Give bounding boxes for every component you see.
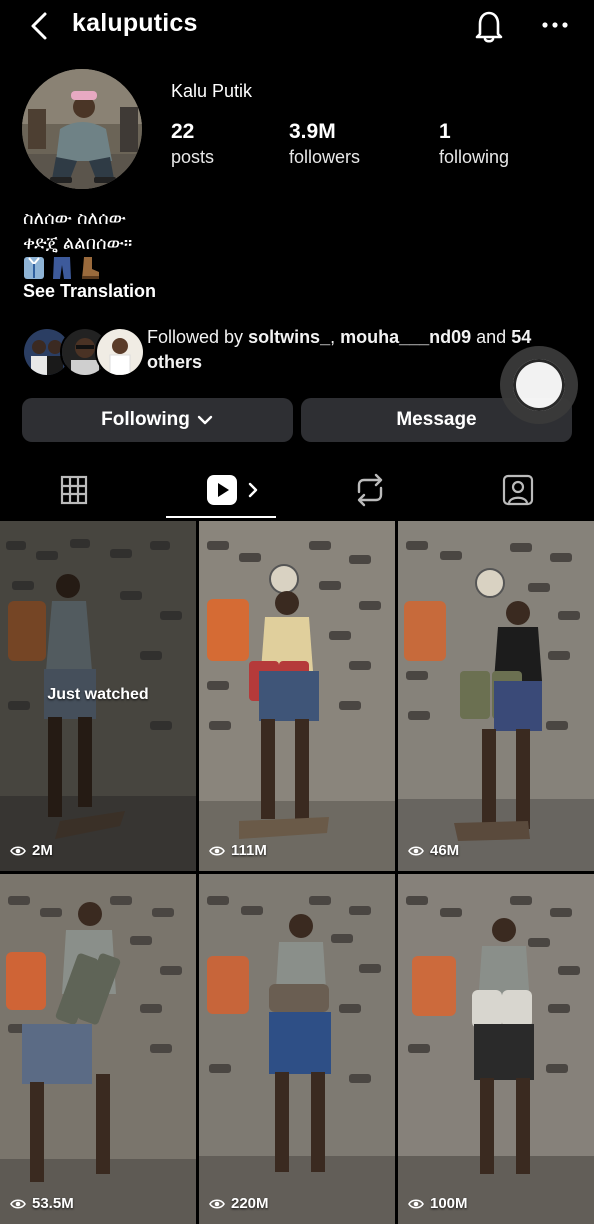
bio-emojis (23, 256, 101, 280)
reel-views: 46M (408, 842, 459, 859)
top-bar: kaluputics (0, 0, 594, 56)
followers-count: 3.9M (289, 120, 336, 143)
posts-label: posts (171, 147, 215, 167)
following-stat[interactable]: 1 following (439, 119, 509, 169)
profile-avatar[interactable] (22, 69, 142, 189)
followers-label: followers (289, 147, 361, 167)
reel-image (199, 521, 395, 871)
bio-line: ስለሰው ስለሰው (23, 208, 126, 228)
message-button-label: Message (396, 409, 477, 430)
reel-image (398, 874, 594, 1224)
grid-icon[interactable] (56, 462, 92, 518)
eye-icon (408, 845, 424, 856)
followers-stat[interactable]: 3.9M followers (289, 119, 360, 169)
reel-image (199, 874, 395, 1224)
mutual-follower-2[interactable]: mouha___nd09 (340, 327, 471, 347)
reel-thumbnail[interactable]: 53.5M (0, 874, 196, 1224)
reels-grid: Just watched 2M 111M 46M 53.5M 220M 100M (0, 521, 594, 1224)
see-translation-link[interactable]: See Translation (23, 281, 156, 302)
repost-icon[interactable] (352, 462, 388, 518)
reel-view-count: 100M (430, 1195, 468, 1212)
jeans-emoji-icon (53, 257, 71, 279)
chevron-down-icon (197, 415, 213, 425)
reel-thumbnail[interactable]: 111M (199, 521, 395, 871)
reel-image (398, 521, 594, 871)
shirt-emoji-icon (24, 257, 44, 279)
reels-icon[interactable] (204, 462, 264, 518)
reel-thumbnail[interactable]: 46M (398, 521, 594, 871)
reel-views: 111M (209, 842, 267, 859)
posts-stat[interactable]: 22 posts (171, 119, 214, 169)
bio-line: ቀድጄ ልልበሰው። (23, 233, 133, 253)
reel-thumbnail[interactable]: 100M (398, 874, 594, 1224)
assistive-touch-button[interactable] (500, 346, 578, 424)
reel-thumbnail[interactable]: Just watched 2M (0, 521, 196, 871)
reel-views: 220M (209, 1195, 269, 1212)
mutual-follower-1[interactable]: soltwins_ (248, 327, 330, 347)
reel-view-count: 111M (231, 842, 267, 859)
eye-icon (10, 845, 26, 856)
active-tab-indicator (166, 516, 276, 518)
reel-image (0, 874, 196, 1224)
profile-tabs (0, 462, 594, 518)
follower-avatar[interactable] (95, 327, 145, 377)
bio: ስለሰው ስለሰው ቀድጄ ልልበሰው። (23, 206, 132, 256)
following-button[interactable]: Following (22, 398, 293, 442)
followed-by-and: and (471, 327, 512, 347)
followed-by-separator: , (330, 327, 341, 347)
tagged-person-icon[interactable] (500, 462, 536, 518)
reel-views: 2M (10, 842, 53, 859)
reel-view-count: 46M (430, 842, 460, 859)
reel-views: 100M (408, 1195, 468, 1212)
reel-view-count: 53.5M (32, 1195, 74, 1212)
eye-icon (209, 845, 225, 856)
followed-by-prefix: Followed by (147, 327, 249, 347)
eye-icon (408, 1198, 424, 1209)
display-name: Kalu Putik (171, 81, 253, 101)
eye-icon (10, 1198, 26, 1209)
following-button-label: Following (101, 409, 190, 430)
reel-view-count: 220M (231, 1195, 269, 1212)
reel-views: 53.5M (10, 1195, 74, 1212)
following-count: 1 (439, 120, 451, 143)
boot-emoji-icon (82, 257, 99, 279)
reel-thumbnail[interactable]: 220M (199, 874, 395, 1224)
reel-view-count: 2M (32, 842, 53, 859)
posts-count: 22 (171, 120, 195, 143)
following-label: following (439, 147, 510, 167)
chevron-left-icon[interactable] (26, 10, 54, 42)
just-watched-label: Just watched (47, 686, 149, 703)
bell-icon[interactable] (472, 8, 506, 44)
eye-icon (209, 1198, 225, 1209)
more-horizontal-icon[interactable] (540, 10, 570, 40)
profile-username: kaluputics (72, 9, 198, 37)
